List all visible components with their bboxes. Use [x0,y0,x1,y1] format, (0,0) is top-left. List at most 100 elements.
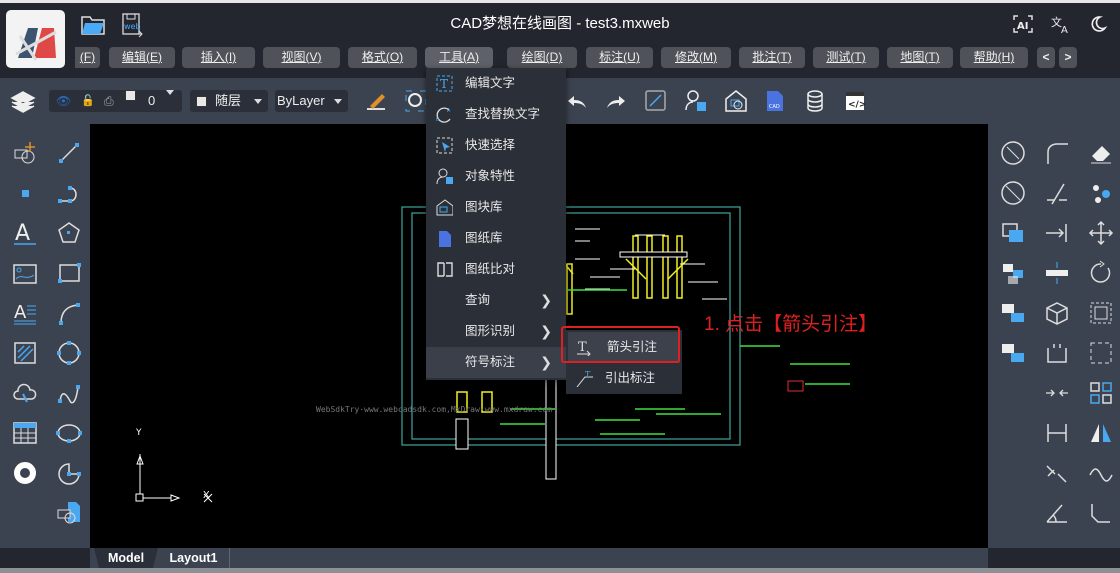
axis-y-label: Y [135,428,142,438]
rectangle-icon[interactable] [56,260,82,291]
block-library-icon[interactable] [724,89,748,118]
revision-cloud-icon[interactable] [12,380,38,411]
arc-icon[interactable] [56,300,82,331]
join-icon[interactable] [1044,380,1070,411]
translate-icon[interactable]: 文A [1050,14,1072,39]
wave-icon[interactable] [1088,460,1114,491]
code-editor-icon[interactable]: </> [845,91,866,116]
menu-item-drawing-compare[interactable]: 图纸比对 [426,254,566,285]
submenu-item-leader-label[interactable]: T 引出标注 [566,363,706,394]
dark-mode-moon-icon[interactable] [1088,14,1108,39]
hatch-icon[interactable] [12,340,38,371]
unlock-icon[interactable]: 🔓 [81,90,95,112]
point-icon[interactable] [12,180,38,211]
circle-icon[interactable] [56,340,82,371]
menu-item-quick-select[interactable]: 快速选择 [426,130,566,161]
spline-icon[interactable] [56,380,82,411]
image-icon[interactable] [12,260,38,291]
print-icon[interactable]: ⎙ [104,90,114,112]
menu-annotate[interactable]: 批注(T) [739,47,805,68]
menu-item-object-properties[interactable]: 对象特性 [426,161,566,192]
group-objects-icon[interactable] [1088,180,1114,211]
array-icon[interactable] [1000,260,1026,291]
menu-dimension[interactable]: 标注(U) [586,47,653,68]
undo-icon[interactable] [566,92,588,115]
match-properties-pen-icon[interactable] [364,90,388,117]
linear-dimension-icon[interactable] [1044,420,1070,451]
polygon-icon[interactable] [56,220,82,251]
layout-grid-icon[interactable] [1088,380,1114,411]
menu-help[interactable]: 帮助(H) [960,47,1028,68]
linetype-select[interactable]: ByLayer [275,90,348,112]
color-select[interactable]: 随层 [190,90,268,112]
table-icon[interactable] [12,420,38,451]
menu-item-shape-recognition[interactable]: 图形识别 ❯ [426,316,566,347]
menu-item-drawing-library[interactable]: 图纸库 [426,223,566,254]
menu-item-edit-text[interactable]: T 编辑文字 [426,68,566,99]
menu-item-symbol-annotation[interactable]: 符号标注 ❯ [426,347,566,378]
menu-modify[interactable]: 修改(M) [661,47,731,68]
elliptical-arc-icon[interactable] [56,460,82,491]
quick-select-icon [436,137,453,154]
drawing-library-icon[interactable]: CAD [766,89,784,118]
menu-item-block-library[interactable]: 图块库 [426,192,566,223]
erase-icon[interactable] [1088,140,1114,171]
svg-text:AI: AI [1017,21,1028,32]
block-edit-icon[interactable] [56,500,82,531]
menu-insert[interactable]: 插入(I) [182,47,255,68]
zoom-extents-icon[interactable] [645,90,667,117]
move-icon[interactable] [1088,220,1114,251]
aligned-dimension-icon[interactable] [1044,460,1070,491]
stretch-icon[interactable] [1044,260,1070,291]
donut-icon[interactable] [12,460,38,491]
trim-icon[interactable] [1044,180,1070,211]
angular-dimension-icon[interactable] [1044,500,1070,531]
insert-block-icon[interactable] [12,140,38,171]
tab-layout1[interactable]: Layout1 [158,548,230,568]
menu-test[interactable]: 测试(T) [813,47,879,68]
mirror-block-icon[interactable] [1000,340,1026,371]
multiline-text-icon[interactable]: A [12,300,38,331]
layer-value: 0 [148,93,156,108]
ellipse-icon[interactable] [56,420,82,451]
menu-item-find-replace[interactable]: A B 查找替换文字 [426,99,566,130]
object-properties-icon[interactable] [684,89,708,118]
mirror-icon[interactable] [1088,420,1114,451]
menu-file[interactable]: (F) [75,47,100,68]
menu-tools[interactable]: 工具(A) [425,47,493,68]
tab-model[interactable]: Model [94,548,158,568]
ai-icon[interactable]: AI [1012,14,1034,39]
text-icon[interactable]: A [12,220,38,251]
explode-icon[interactable] [1088,340,1114,371]
copy-icon[interactable] [1000,220,1026,251]
scale-icon[interactable] [1088,300,1114,331]
menu-scroll-left-button[interactable]: < [1037,47,1055,68]
redo-icon[interactable] [605,92,627,115]
instruction-annotation: 1. 点击【箭头引注】 [704,314,878,335]
layers-icon[interactable] [9,89,37,120]
zoom-window-icon[interactable] [405,90,427,117]
line-icon[interactable] [56,140,82,171]
menu-scroll-right-button[interactable]: > [1059,47,1077,68]
rotate-icon[interactable] [1088,260,1114,291]
tools-dropdown-menu: T 编辑文字 A B 查找替换文字 快速选择 对象特性 图块库 图纸库 图纸比对 查询… [426,68,566,380]
extend-icon[interactable] [1044,220,1070,251]
axis-x-label: X [203,490,210,501]
menu-draw[interactable]: 绘图(D) [507,47,577,68]
polyline-icon[interactable] [56,180,82,211]
offset-icon[interactable] [1000,300,1026,331]
menu-map[interactable]: 地图(T) [887,47,953,68]
circle-radius-icon[interactable] [1000,180,1026,211]
menu-item-query[interactable]: 查询 ❯ [426,285,566,316]
3d-box-icon[interactable] [1044,300,1070,331]
break-icon[interactable] [1044,340,1070,371]
database-icon[interactable] [805,90,825,117]
menu-view[interactable]: 视图(V) [263,47,340,68]
visibility-eye-icon[interactable]: 👁 [56,90,71,112]
fillet-icon[interactable] [1044,140,1070,171]
layer-select[interactable]: 👁 🔓 ⎙ 0 [49,90,182,112]
circle-diameter-icon[interactable] [1000,140,1026,171]
menu-format[interactable]: 格式(O) [348,47,417,68]
menu-edit[interactable]: 编辑(E) [109,47,175,68]
chamfer-icon[interactable] [1088,500,1114,531]
